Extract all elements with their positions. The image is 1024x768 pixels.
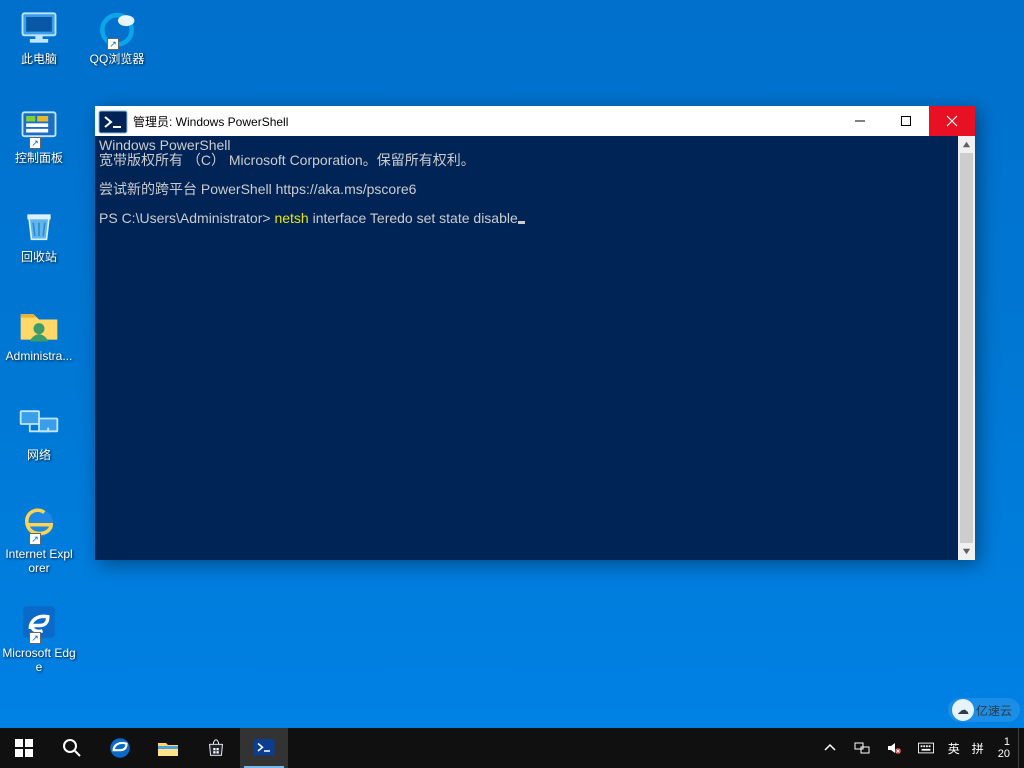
- desktop-icon-label: 控制面板: [15, 151, 63, 165]
- tray-keyboard-button[interactable]: [910, 728, 942, 768]
- scroll-up-button[interactable]: [958, 136, 975, 153]
- qq-browser-icon: ↗: [95, 6, 139, 50]
- desktop-icon-label: Internet Explorer: [2, 547, 76, 575]
- this-pc-icon: [17, 6, 61, 50]
- show-desktop-button[interactable]: [1018, 728, 1024, 768]
- terminal-line: 尝试新的跨平台 PowerShell https://aka.ms/pscore…: [99, 181, 416, 197]
- tray-ime-mode[interactable]: 拼: [966, 728, 990, 768]
- scrollbar[interactable]: [958, 136, 975, 560]
- desktop-icon-network[interactable]: 网络: [2, 402, 76, 462]
- terminal-area[interactable]: Windows PowerShell 宽带版权所有 （C） Microsoft …: [95, 136, 975, 560]
- scroll-track[interactable]: [958, 153, 975, 543]
- window-controls: [837, 106, 975, 136]
- desktop-icon-label: 此电脑: [21, 52, 57, 66]
- edge-icon: ↗: [17, 600, 61, 644]
- network-tray-icon: [854, 740, 870, 756]
- terminal-line: Windows PowerShell: [99, 137, 231, 153]
- start-button[interactable]: [0, 728, 48, 768]
- powershell-icon: [252, 736, 276, 760]
- desktop-icon-control-panel[interactable]: ↗ 控制面板: [2, 105, 76, 165]
- shortcut-arrow-icon: ↗: [29, 137, 41, 149]
- terminal-prompt: PS C:\Users\Administrator>: [99, 210, 274, 226]
- recycle-bin-icon: [17, 204, 61, 248]
- terminal-cursor: [518, 221, 525, 224]
- terminal-command-args: interface Teredo set state disable: [309, 210, 518, 226]
- desktop-icon-admin-folder[interactable]: Administra...: [2, 303, 76, 363]
- volume-muted-icon: [886, 740, 902, 756]
- minimize-button[interactable]: [837, 106, 883, 136]
- taskbar-store-button[interactable]: [192, 728, 240, 768]
- scroll-thumb[interactable]: [960, 153, 973, 543]
- powershell-overlay-icon: [97, 107, 129, 139]
- tray-overflow-button[interactable]: [814, 728, 846, 768]
- store-icon: [205, 737, 227, 759]
- terminal-line: 宽带版权所有 （C） Microsoft Corporation。保留所有权利。: [99, 152, 475, 168]
- watermark-icon: ☁: [952, 699, 974, 721]
- desktop-icon-ie[interactable]: ↗ Internet Explorer: [2, 501, 76, 575]
- close-button[interactable]: [929, 106, 975, 136]
- keyboard-icon: [918, 740, 934, 756]
- shortcut-arrow-icon: ↗: [29, 533, 41, 545]
- titlebar[interactable]: >_ 管理员: Windows PowerShell: [95, 106, 975, 136]
- taskbar-left: [0, 728, 288, 768]
- desktop-icon-qq-browser[interactable]: ↗ QQ浏览器: [80, 6, 154, 66]
- taskbar-explorer-button[interactable]: [144, 728, 192, 768]
- desktop-icon-label: Administra...: [6, 349, 73, 363]
- taskbar-edge-button[interactable]: [96, 728, 144, 768]
- powershell-window[interactable]: >_ 管理员: Windows PowerShell Windows Power…: [95, 106, 975, 560]
- clock-date: 20: [998, 748, 1010, 760]
- desktop-icon-edge[interactable]: ↗ Microsoft Edge: [2, 600, 76, 674]
- watermark-text: 亿速云: [976, 702, 1012, 719]
- desktop-icon-label: 网络: [27, 448, 51, 462]
- taskbar: 英 拼 1 20: [0, 728, 1024, 768]
- desktop-icon-label: Microsoft Edge: [2, 646, 76, 674]
- desktop-icon-label: QQ浏览器: [90, 52, 145, 66]
- shortcut-arrow-icon: ↗: [107, 38, 119, 50]
- terminal-content[interactable]: Windows PowerShell 宽带版权所有 （C） Microsoft …: [95, 136, 975, 228]
- chevron-up-icon: [822, 740, 838, 756]
- tray-clock[interactable]: 1 20: [990, 728, 1018, 768]
- search-icon: [62, 738, 82, 758]
- tray-ime-lang[interactable]: 英: [942, 728, 966, 768]
- edge-icon: [107, 735, 133, 761]
- tray-network-button[interactable]: [846, 728, 878, 768]
- desktop-icon-recycle-bin[interactable]: 回收站: [2, 204, 76, 264]
- scroll-down-button[interactable]: [958, 543, 975, 560]
- desktop-icon-label: 回收站: [21, 250, 57, 264]
- clock-time: 1: [998, 736, 1010, 748]
- user-folder-icon: [17, 303, 61, 347]
- taskbar-right: 英 拼 1 20: [814, 728, 1024, 768]
- control-panel-icon: ↗: [17, 105, 61, 149]
- ie-icon: ↗: [17, 501, 61, 545]
- taskbar-powershell-button[interactable]: [240, 728, 288, 768]
- tray-volume-button[interactable]: [878, 728, 910, 768]
- shortcut-arrow-icon: ↗: [29, 632, 41, 644]
- network-icon: [17, 402, 61, 446]
- file-explorer-icon: [156, 736, 180, 760]
- maximize-button[interactable]: [883, 106, 929, 136]
- watermark: ☁ 亿速云: [948, 698, 1020, 722]
- desktop-icon-this-pc[interactable]: 此电脑: [2, 6, 76, 66]
- window-title: 管理员: Windows PowerShell: [131, 113, 837, 130]
- search-button[interactable]: [48, 728, 96, 768]
- terminal-command-keyword: netsh: [274, 210, 308, 226]
